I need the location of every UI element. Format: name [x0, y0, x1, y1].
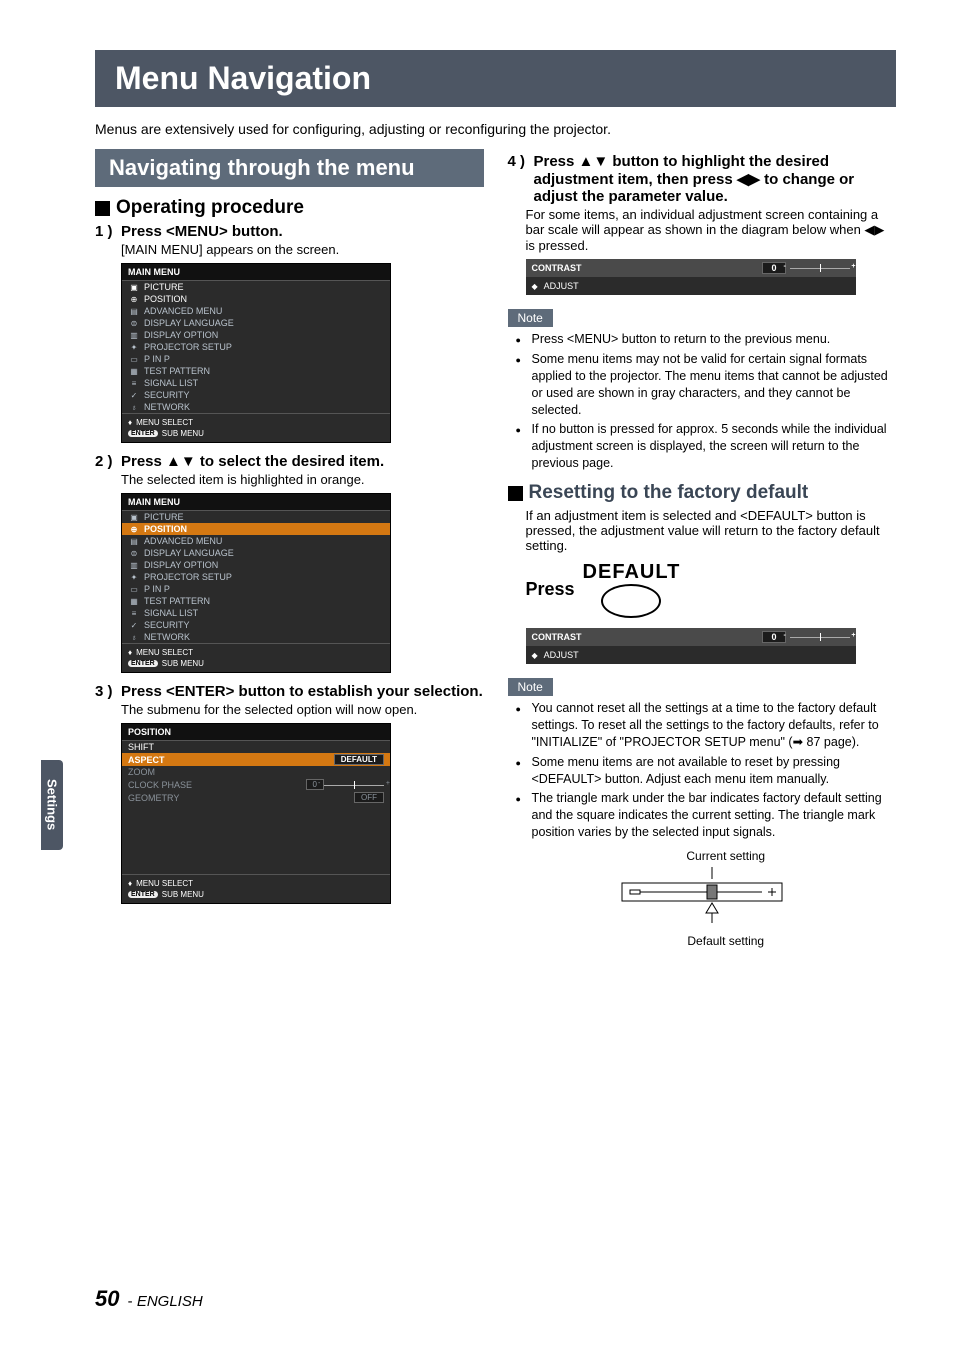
step-1-desc: [MAIN MENU] appears on the screen. [121, 242, 484, 257]
main-menu-screenshot-2: MAIN MENU ▣PICTURE ⊕POSITION ▤ADVANCED M… [121, 493, 391, 673]
main-menu-title: MAIN MENU [122, 494, 390, 511]
step-4: 4 ) Press ▲▼ button to highlight the des… [508, 153, 897, 205]
contrast-value: 0 [762, 631, 785, 643]
page-language: ENGLISH [137, 1293, 203, 1310]
menu-item: ≡SIGNAL LIST [122, 377, 390, 389]
menu-item: ✦PROJECTOR SETUP [122, 571, 390, 583]
step-4-desc: For some items, an individual adjustment… [526, 207, 897, 253]
notes-list-1: Press <MENU> button to return to the pre… [520, 331, 897, 472]
position-menu-screenshot: POSITION SHIFT ASPECTDEFAULT ZOOM CLOCK … [121, 723, 391, 904]
note-item: Some menu items are not available to res… [520, 754, 897, 788]
menu-item: ⊜DISPLAY LANGUAGE [122, 547, 390, 559]
pos-row: GEOMETRYOFF [122, 791, 390, 804]
step-2-desc: The selected item is highlighted in oran… [121, 472, 484, 487]
main-menu-screenshot-1: MAIN MENU ▣PICTURE ⊕POSITION ▤ADVANCED M… [121, 263, 391, 443]
menu-footer: ♦MENU SELECT ENTERSUB MENU [122, 643, 390, 672]
contrast-adjust-box: CONTRAST 0-+ ◆ADJUST [526, 259, 856, 295]
default-button-icon [601, 584, 661, 618]
adjust-label: ADJUST [544, 650, 579, 660]
page-footer: 50 - ENGLISH [95, 1286, 203, 1312]
menu-item: ✦PROJECTOR SETUP [122, 341, 390, 353]
setting-bar-diagram [612, 867, 792, 930]
default-button-label: DEFAULT [583, 561, 681, 584]
menu-item: ▭P IN P [122, 583, 390, 595]
menu-item: ▦TEST PATTERN [122, 365, 390, 377]
menu-item: ▤ADVANCED MENU [122, 305, 390, 317]
step-1: 1 ) Press <MENU> button. [95, 223, 484, 240]
menu-item: ▣PICTURE [122, 281, 390, 293]
step-2: 2 ) Press ▲▼ to select the desired item. [95, 453, 484, 470]
operating-heading: Operating procedure [95, 197, 484, 219]
step-3: 3 ) Press <ENTER> button to establish yo… [95, 683, 484, 700]
contrast-label: CONTRAST [532, 632, 582, 642]
menu-item: ♁NETWORK [122, 631, 390, 643]
pos-row: CLOCK PHASE0-+ [122, 778, 390, 791]
contrast-adjust-box-2: CONTRAST 0-+ ◆ADJUST [526, 628, 856, 664]
menu-item: ✓SECURITY [122, 619, 390, 631]
menu-item: ⊜DISPLAY LANGUAGE [122, 317, 390, 329]
contrast-value: 0 [762, 262, 785, 274]
menu-footer: ♦MENU SELECT ENTERSUB MENU [122, 874, 390, 903]
menu-item: ▥DISPLAY OPTION [122, 329, 390, 341]
note-label: Note [508, 678, 553, 696]
notes-list-2: You cannot reset all the settings at a t… [520, 700, 897, 841]
reset-desc: If an adjustment item is selected and <D… [526, 508, 897, 553]
menu-item-selected: ⊕POSITION [122, 523, 390, 535]
menu-item: ♁NETWORK [122, 401, 390, 413]
adjust-icon: ◆ [532, 651, 538, 660]
page-title: Menu Navigation [95, 50, 896, 107]
step-3-desc: The submenu for the selected option will… [121, 702, 484, 717]
pos-row: ZOOM [122, 766, 390, 778]
menu-item: ▤ADVANCED MENU [122, 535, 390, 547]
menu-item: ▣PICTURE [122, 511, 390, 523]
section-header: Navigating through the menu [95, 149, 484, 187]
menu-item: ⊕POSITION [122, 293, 390, 305]
note-item: You cannot reset all the settings at a t… [520, 700, 897, 751]
current-setting-label: Current setting [556, 849, 897, 863]
pos-row: SHIFT [122, 741, 390, 753]
note-item: Press <MENU> button to return to the pre… [520, 331, 897, 348]
side-tab-settings: Settings [41, 760, 63, 850]
contrast-label: CONTRAST [532, 263, 582, 273]
note-item: If no button is pressed for approx. 5 se… [520, 421, 897, 472]
note-item: Some menu items may not be valid for cer… [520, 351, 897, 419]
adjust-icon: ◆ [532, 282, 538, 291]
adjust-label: ADJUST [544, 281, 579, 291]
note-label: Note [508, 309, 553, 327]
pos-row-selected: ASPECTDEFAULT [122, 753, 390, 766]
menu-item: ▭P IN P [122, 353, 390, 365]
menu-item: ≡SIGNAL LIST [122, 607, 390, 619]
note-item: The triangle mark under the bar indicate… [520, 790, 897, 841]
menu-item: ▦TEST PATTERN [122, 595, 390, 607]
default-button-diagram: Press DEFAULT [526, 561, 897, 618]
menu-item: ✓SECURITY [122, 389, 390, 401]
main-menu-title: MAIN MENU [122, 264, 390, 281]
intro-text: Menus are extensively used for configuri… [95, 121, 896, 137]
position-menu-title: POSITION [122, 724, 390, 741]
menu-item: ▥DISPLAY OPTION [122, 559, 390, 571]
reset-heading: Resetting to the factory default [508, 482, 897, 504]
page-number: 50 [95, 1286, 119, 1311]
default-setting-label: Default setting [556, 934, 897, 948]
menu-footer: ♦MENU SELECT ENTERSUB MENU [122, 413, 390, 442]
